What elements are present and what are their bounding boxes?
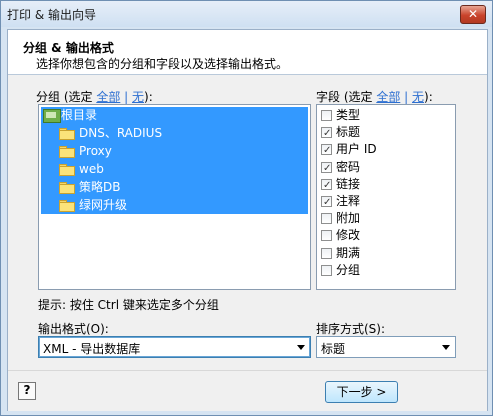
tree-item-label: 绿网升级	[79, 198, 128, 212]
wizard-header: 分组 & 输出格式 选择你想包含的分组和字段以及选择输出格式。	[8, 30, 487, 75]
fields-label-suffix: ):	[424, 90, 433, 104]
folder-icon	[59, 200, 75, 212]
help-button[interactable]: ?	[18, 382, 36, 400]
groups-label-suffix: ):	[144, 90, 153, 104]
field-label: 修改	[336, 228, 361, 243]
field-label: 链接	[336, 176, 361, 191]
field-label: 注释	[336, 194, 361, 208]
field-label: 期满	[336, 245, 361, 260]
database-icon	[43, 109, 61, 123]
folder-icon	[59, 128, 75, 140]
fields-label: 字段 (选定 全部 | 无):	[316, 88, 433, 105]
folder-icon	[59, 182, 75, 194]
sort-select[interactable]: 标题	[316, 336, 456, 358]
field-checkbox[interactable]	[321, 194, 332, 211]
hint-text: 提示: 按住 Ctrl 键来选定多个分组	[38, 298, 219, 312]
close-button[interactable]: ✕	[460, 5, 486, 24]
title-bar: 打印 & 输出向导 ✕	[1, 1, 492, 27]
tree-item-label: DNS、RADIUS	[79, 126, 163, 140]
output-format-label: 输出格式(O):	[38, 322, 109, 336]
sort-label: 排序方式(S):	[316, 322, 386, 336]
field-label: 密码	[336, 159, 361, 174]
dialog-body: 分组 & 输出格式 选择你想包含的分组和字段以及选择输出格式。 分组 (选定 全…	[7, 29, 488, 411]
fields-separator: |	[404, 90, 409, 104]
groups-label: 分组 (选定 全部 | 无):	[36, 88, 153, 105]
field-checkbox[interactable]	[321, 177, 332, 194]
field-label: 用户 ID	[336, 142, 377, 157]
sort-value: 标题	[321, 342, 346, 356]
field-label: 类型	[336, 108, 361, 122]
folder-icon	[59, 164, 75, 176]
fields-checklist[interactable]: 类型标题用户 ID 密码链接注释附加修改期满分组	[316, 104, 456, 290]
field-checkbox[interactable]	[321, 247, 332, 259]
field-checkbox[interactable]	[321, 230, 332, 242]
tree-item-label: Proxy	[79, 144, 112, 158]
folder-icon	[59, 146, 75, 158]
window-title: 打印 & 输出向导	[7, 8, 96, 22]
field-checkbox[interactable]	[321, 142, 332, 159]
output-format-select[interactable]: XML - 导出数据库	[38, 336, 311, 358]
output-format-value: XML - 导出数据库	[43, 342, 141, 356]
field-label: 标题	[336, 125, 361, 140]
field-checkbox[interactable]	[321, 213, 332, 225]
chevron-down-icon	[297, 345, 305, 350]
groups-label-prefix: 分组 (选定	[36, 90, 97, 104]
field-checkbox[interactable]	[321, 125, 332, 142]
tree-item-label: 根目录	[61, 108, 98, 122]
footer-bar: ? 下一步 >	[8, 370, 487, 411]
wizard-window: 打印 & 输出向导 ✕ 分组 & 输出格式 选择你想包含的分组和字段以及选择输出…	[0, 0, 493, 416]
header-title: 分组 & 输出格式	[23, 41, 114, 55]
field-checkbox[interactable]	[321, 110, 332, 121]
header-subtitle: 选择你想包含的分组和字段以及选择输出格式。	[36, 57, 289, 71]
field-checkbox[interactable]	[321, 264, 332, 276]
field-label: 分组	[336, 262, 361, 277]
field-checkbox[interactable]	[321, 160, 332, 177]
tree-item-label: web	[79, 162, 104, 176]
fields-label-prefix: 字段 (选定	[316, 90, 377, 104]
chevron-down-icon	[442, 345, 450, 350]
tree-item-label: 策略DB	[79, 180, 121, 194]
fields-select-none-link[interactable]: 无	[412, 90, 424, 104]
groups-select-none-link[interactable]: 无	[132, 90, 144, 104]
groups-select-all-link[interactable]: 全部	[96, 90, 120, 104]
fields-select-all-link[interactable]: 全部	[376, 90, 400, 104]
field-label: 附加	[336, 211, 361, 226]
groups-tree[interactable]: 根目录 DNS、RADIUS Proxy web 策略DB 绿网升级	[38, 104, 311, 290]
next-button[interactable]: 下一步 >	[325, 381, 398, 403]
groups-separator: |	[124, 90, 129, 104]
